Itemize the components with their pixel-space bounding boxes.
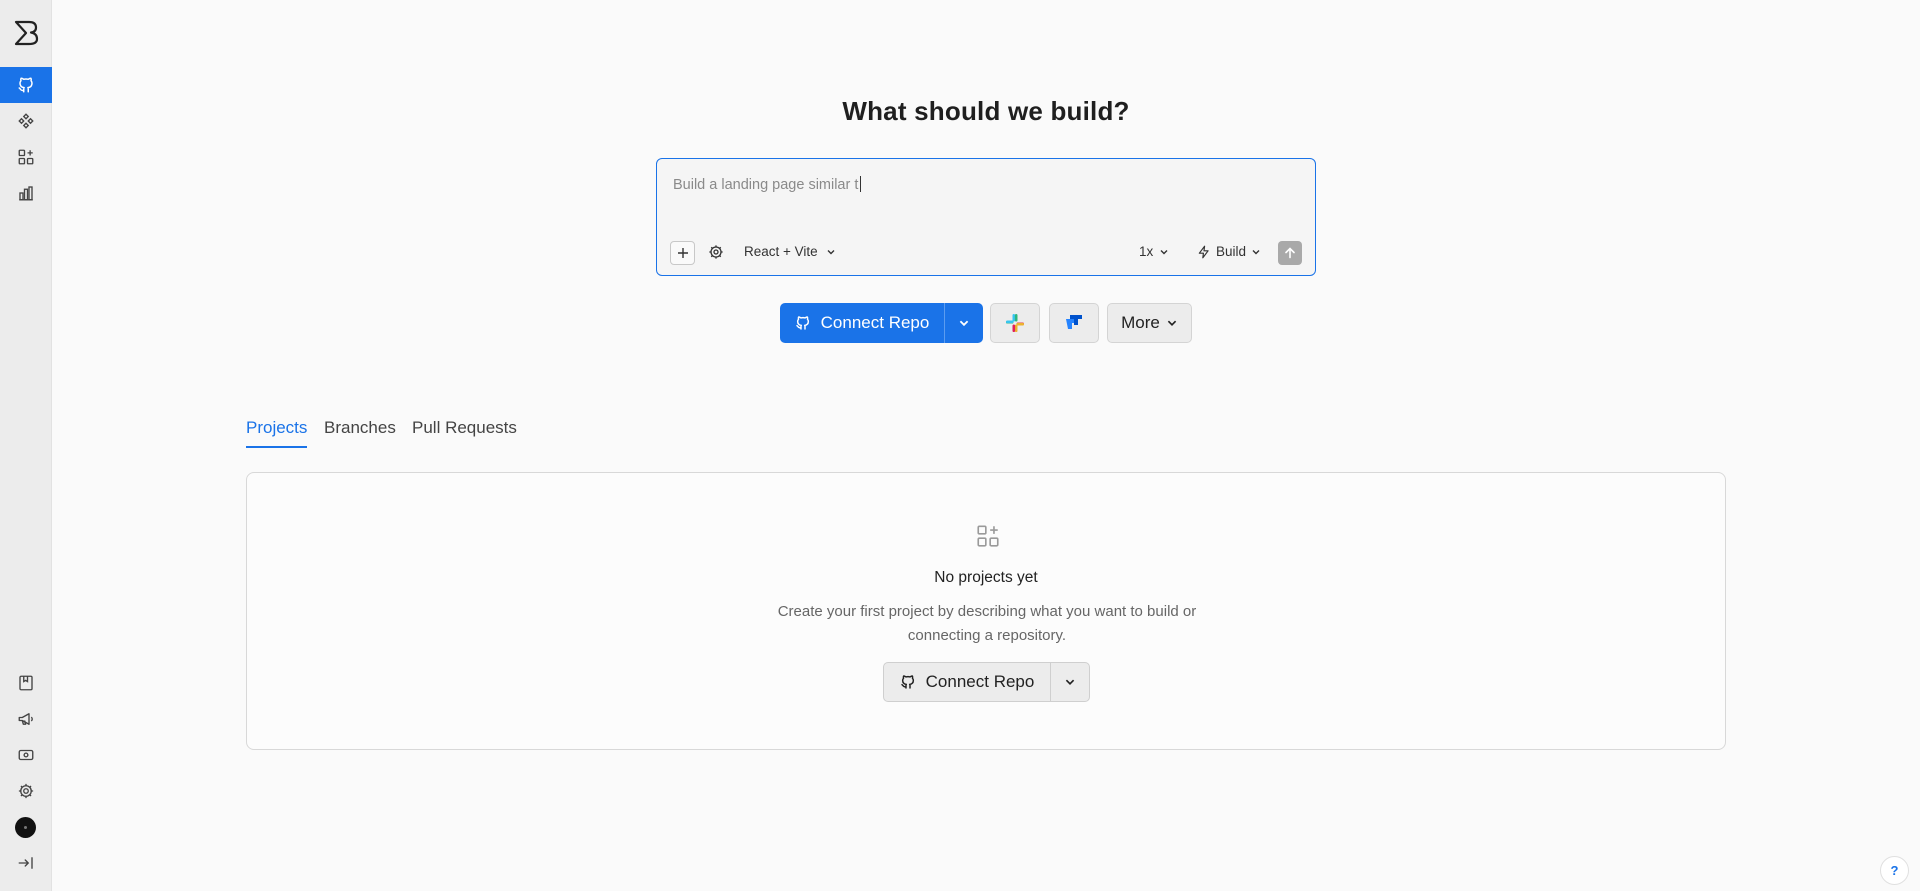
connect-repo-label: Connect Repo [820,313,930,332]
github-icon [18,77,33,93]
prompt-box[interactable]: Build a landing page similar t React + V… [656,158,1316,276]
sidebar-item-apps[interactable] [0,139,52,175]
github-icon [900,675,914,689]
connect-repo-secondary-button[interactable]: Connect Repo [883,662,1051,702]
collapse-sidebar-icon [18,857,33,869]
help-button[interactable]: ? [1880,856,1909,885]
multiplier-select-value: 1x [1139,244,1154,259]
sidebar-item-settings[interactable] [0,773,52,809]
jira-integration-button[interactable] [1049,303,1099,343]
prompt-settings-button[interactable] [707,243,725,261]
tab-branches[interactable]: Branches [324,418,396,448]
chevron-down-icon [959,320,969,327]
tab-pull-requests[interactable]: Pull Requests [412,418,517,448]
tab-projects[interactable]: Projects [246,418,308,448]
empty-state-description: Create your first project by describing … [777,603,1197,644]
sidebar-item-github[interactable] [0,67,52,103]
chevron-down-icon [1065,679,1075,685]
lightning-icon [1198,245,1209,258]
mode-select-value: Build [1216,244,1247,259]
chevron-down-icon [1160,249,1168,254]
text-caret [860,176,862,192]
sidebar-item-announcements[interactable] [0,701,52,737]
book-icon [19,675,33,691]
brand-logo-icon[interactable] [12,19,40,47]
chevron-down-icon [1252,249,1260,254]
sidebar-collapse-button[interactable] [0,845,52,881]
connect-repo-button[interactable]: Connect Repo [780,303,944,343]
apps-add-icon [18,149,34,165]
github-icon [795,316,809,330]
send-button[interactable] [1278,241,1302,265]
sidebar-item-components[interactable] [0,103,52,139]
add-attachment-button[interactable] [670,241,695,265]
avatar[interactable] [15,817,36,838]
framework-select[interactable]: React + Vite [744,244,836,259]
connect-repo-secondary-dropdown-button[interactable] [1050,662,1090,702]
jira-icon [1066,315,1082,329]
page-title: What should we build? [842,96,1130,126]
megaphone-icon [18,713,33,725]
gear-icon [18,783,34,799]
plus-icon [677,248,688,258]
more-button-label: More [1121,313,1160,332]
payment-icon [18,749,34,761]
chevron-down-icon [827,249,835,254]
sidebar [0,0,52,891]
multiplier-select[interactable]: 1x [1139,244,1169,259]
more-button[interactable]: More [1107,303,1192,343]
slack-integration-button[interactable] [990,303,1040,343]
projects-empty-state: No projects yet Create your first projec… [246,472,1726,750]
prompt-input-value: Build a landing page similar t [673,177,859,193]
connect-repo-dropdown-button[interactable] [944,303,983,343]
gear-icon [709,245,723,259]
prompt-input[interactable]: Build a landing page similar t [673,176,862,193]
chart-bar-icon [19,186,33,201]
arrow-up-icon [1285,247,1295,259]
chevron-down-icon [1167,320,1177,326]
sidebar-item-billing[interactable] [0,737,52,773]
slack-icon [1006,314,1024,332]
apps-add-icon [977,525,999,547]
framework-select-value: React + Vite [744,244,818,259]
sidebar-item-docs[interactable] [0,665,52,701]
connect-repo-secondary-label: Connect Repo [925,672,1035,691]
empty-state-title: No projects yet [934,569,1038,586]
sidebar-item-analytics[interactable] [0,175,52,211]
components-icon [18,113,34,129]
mode-select[interactable]: Build [1197,244,1261,259]
